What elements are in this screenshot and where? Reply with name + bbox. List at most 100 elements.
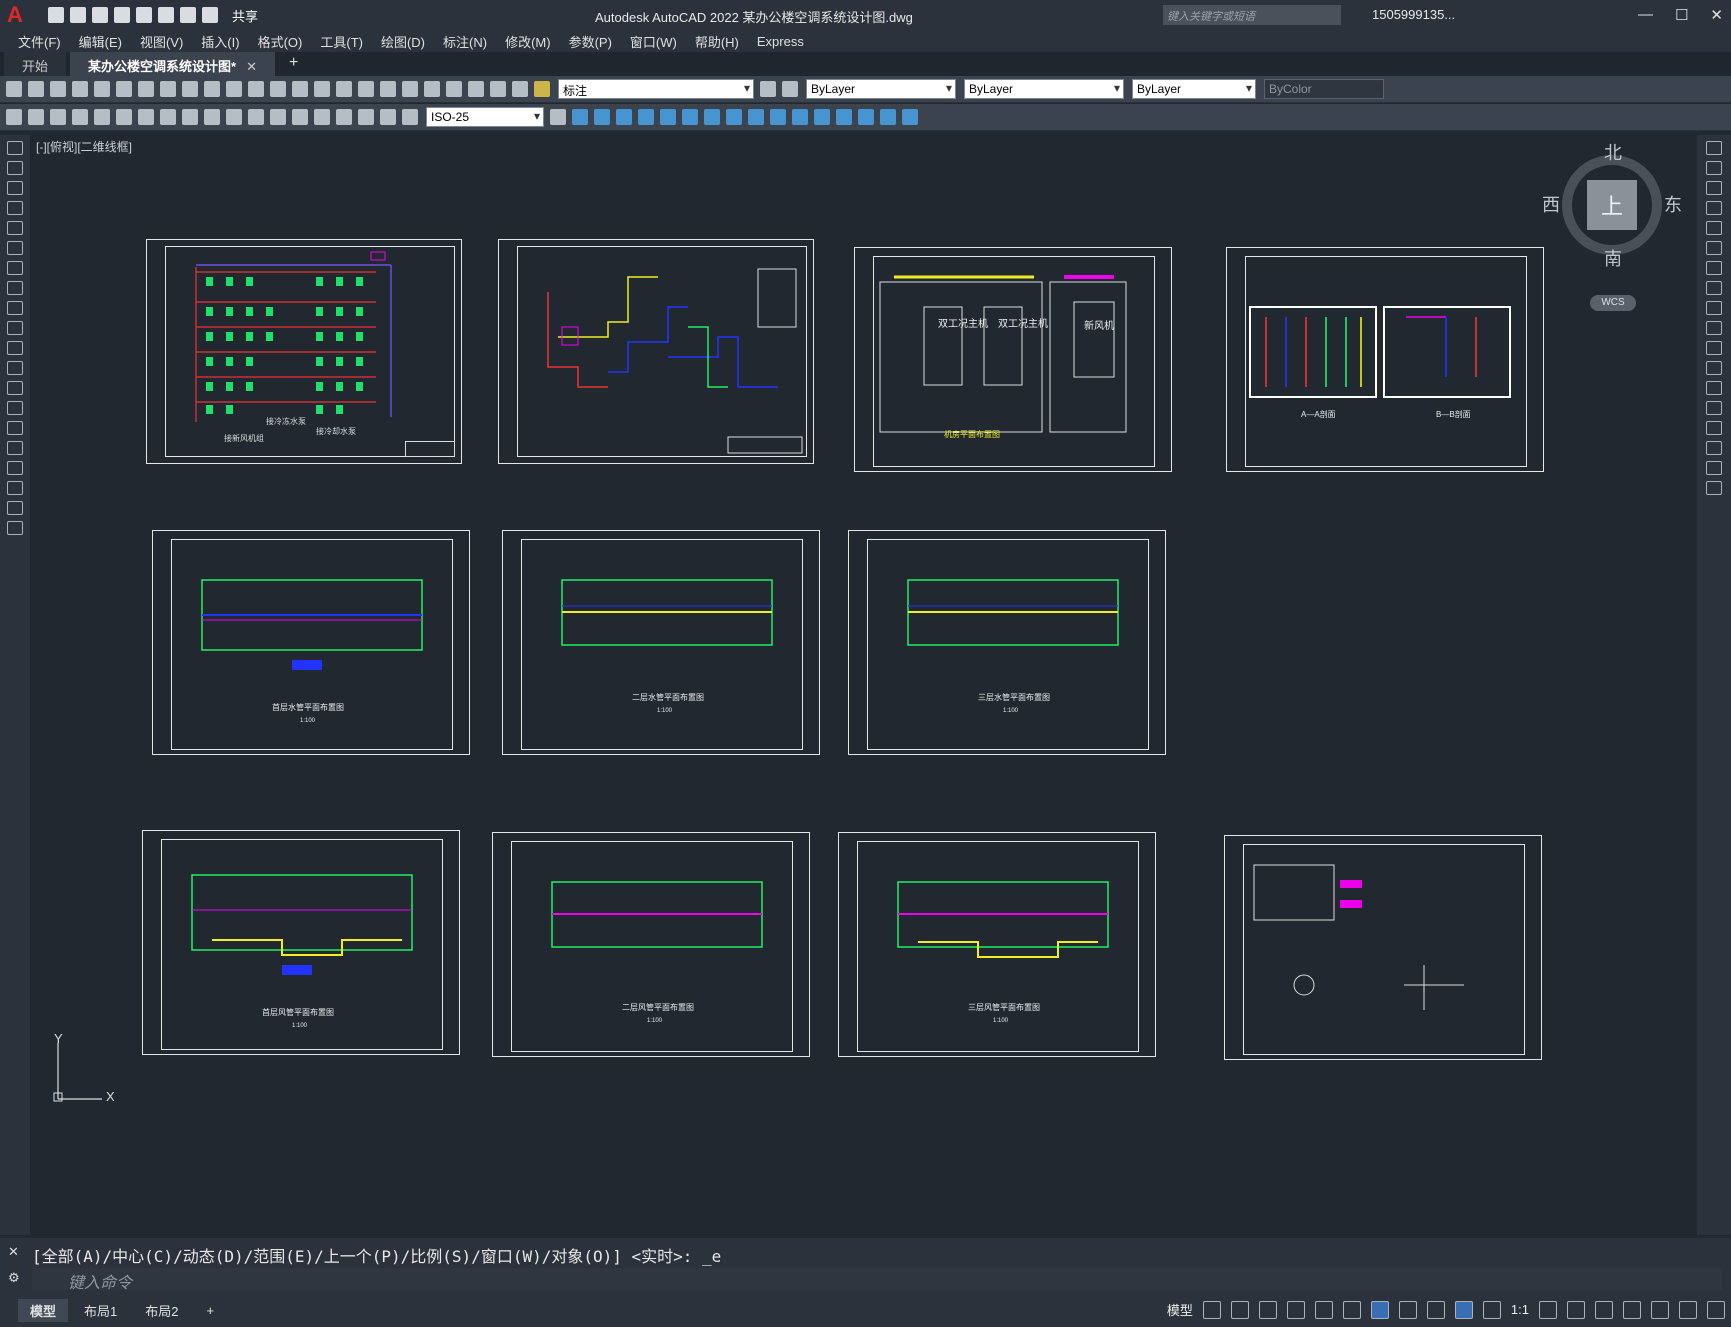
plot-icon[interactable] bbox=[158, 7, 174, 23]
point-icon[interactable] bbox=[7, 401, 23, 415]
sheet-sections[interactable]: A—A剖面 B—B剖面 bbox=[1226, 247, 1544, 472]
tab-start[interactable]: 开始 bbox=[4, 52, 67, 76]
join-icon[interactable] bbox=[1706, 401, 1722, 415]
gradient-icon[interactable] bbox=[7, 441, 23, 455]
scale-icon[interactable] bbox=[1706, 281, 1722, 295]
new-icon[interactable] bbox=[48, 7, 64, 23]
layer-previous-icon[interactable] bbox=[782, 81, 798, 97]
preview-icon[interactable] bbox=[94, 81, 110, 97]
menu-insert[interactable]: 插入(I) bbox=[201, 32, 239, 51]
spline-icon[interactable] bbox=[7, 301, 23, 315]
save-as-icon[interactable] bbox=[114, 7, 130, 23]
grid-icon[interactable] bbox=[1202, 1300, 1221, 1319]
publish-icon[interactable] bbox=[116, 81, 132, 97]
markup-icon[interactable] bbox=[446, 81, 462, 97]
angular-icon[interactable] bbox=[226, 109, 242, 125]
diameter-icon[interactable] bbox=[204, 109, 220, 125]
stretch-icon[interactable] bbox=[1706, 301, 1722, 315]
menu-format[interactable]: 格式(O) bbox=[258, 32, 303, 51]
radius-icon[interactable] bbox=[160, 109, 176, 125]
stretch-icon[interactable] bbox=[748, 109, 764, 125]
workspace-switch-icon[interactable] bbox=[1539, 1300, 1557, 1319]
dimension-space-icon[interactable] bbox=[314, 109, 330, 125]
menu-express[interactable]: Express bbox=[757, 34, 804, 49]
viewcube[interactable]: 上 北 南 西 东 WCS bbox=[1542, 143, 1682, 311]
menu-tools[interactable]: 工具(T) bbox=[320, 32, 363, 51]
menu-file[interactable]: 文件(F) bbox=[18, 32, 61, 51]
circle-icon[interactable] bbox=[7, 261, 23, 275]
make-block-icon[interactable] bbox=[7, 381, 23, 395]
rectangle-icon[interactable] bbox=[7, 221, 23, 235]
extend-icon[interactable] bbox=[1706, 341, 1722, 355]
sheet-water-system-diagram[interactable]: 接新风机组 接冷冻水泵 接冷却水泵 bbox=[146, 239, 462, 464]
menu-help[interactable]: 帮助(H) bbox=[695, 32, 739, 51]
annotation-monitor-icon[interactable] bbox=[1567, 1300, 1585, 1319]
break-icon[interactable] bbox=[1706, 381, 1722, 395]
isolate-objects-icon[interactable] bbox=[1623, 1300, 1641, 1319]
customize-icon[interactable]: ⚙ bbox=[8, 1270, 20, 1286]
hardware-acceleration-icon[interactable] bbox=[1651, 1300, 1669, 1319]
linetype-dropdown[interactable]: ByLayer bbox=[964, 79, 1124, 99]
ellipse-icon[interactable] bbox=[7, 321, 23, 335]
sheet-machine-room[interactable]: 双工况主机 双工况主机 新风机 机房平面布置图 bbox=[854, 247, 1172, 472]
sheet-floor2-water[interactable]: 二层水管平面布置图 1:100 bbox=[502, 530, 820, 755]
sheet-system-schematic[interactable] bbox=[498, 239, 814, 464]
lineweight-dropdown[interactable]: ByLayer bbox=[1132, 79, 1256, 99]
pan-icon[interactable] bbox=[270, 81, 286, 97]
cut-icon[interactable] bbox=[138, 81, 154, 97]
scale-icon[interactable] bbox=[726, 109, 742, 125]
extend-icon[interactable] bbox=[792, 109, 808, 125]
clean-screen-icon[interactable] bbox=[1679, 1300, 1697, 1319]
minimize-button[interactable]: — bbox=[1638, 6, 1653, 24]
sheet-details[interactable] bbox=[1224, 835, 1542, 1060]
compass-south[interactable]: 南 bbox=[1604, 245, 1622, 271]
menu-dimension[interactable]: 标注(N) bbox=[443, 32, 487, 51]
explode-icon[interactable] bbox=[1706, 481, 1722, 495]
sheet-floor3-water[interactable]: 三层水管平面布置图 1:100 bbox=[848, 530, 1166, 755]
tab-model[interactable]: 模型 bbox=[18, 1299, 69, 1322]
erase-icon[interactable] bbox=[572, 109, 588, 125]
offset-icon[interactable] bbox=[1706, 201, 1722, 215]
revision-cloud-icon[interactable] bbox=[7, 281, 23, 295]
redo-icon[interactable] bbox=[202, 7, 218, 23]
autocad-logo-icon[interactable]: A bbox=[0, 0, 30, 30]
ellipse-arc-icon[interactable] bbox=[7, 341, 23, 355]
rotate-icon[interactable] bbox=[704, 109, 720, 125]
annotation-visibility-icon[interactable] bbox=[1454, 1300, 1473, 1319]
menu-edit[interactable]: 编辑(E) bbox=[79, 32, 122, 51]
multiline-text-icon[interactable] bbox=[7, 501, 23, 515]
sheet-floor1-duct[interactable]: 首层风管平面布置图 1:100 bbox=[142, 830, 460, 1055]
close-button[interactable]: ✕ bbox=[1710, 6, 1723, 24]
new-tab-button[interactable]: + bbox=[289, 54, 298, 76]
model-space-button[interactable]: 模型 bbox=[1167, 1300, 1193, 1319]
inspection-icon[interactable] bbox=[380, 109, 396, 125]
move-icon[interactable] bbox=[682, 109, 698, 125]
mirror-icon[interactable] bbox=[616, 109, 632, 125]
offset-icon[interactable] bbox=[638, 109, 654, 125]
tab-layout2[interactable]: 布局2 bbox=[133, 1299, 190, 1322]
annotation-scale[interactable]: 1:1 bbox=[1511, 1302, 1529, 1317]
layer-properties-icon[interactable] bbox=[512, 81, 528, 97]
fillet-icon[interactable] bbox=[1706, 441, 1722, 455]
match-properties-icon[interactable] bbox=[204, 81, 220, 97]
mirror-icon[interactable] bbox=[1706, 181, 1722, 195]
jogged-icon[interactable] bbox=[182, 109, 198, 125]
copy-icon[interactable] bbox=[160, 81, 176, 97]
erase-icon[interactable] bbox=[1706, 141, 1722, 155]
menu-parametric[interactable]: 参数(P) bbox=[569, 32, 612, 51]
snap-icon[interactable] bbox=[1230, 1300, 1249, 1319]
dim-edit-icon[interactable] bbox=[402, 109, 418, 125]
menu-modify[interactable]: 修改(M) bbox=[505, 32, 551, 51]
trim-icon[interactable] bbox=[770, 109, 786, 125]
line-icon[interactable] bbox=[7, 141, 23, 155]
array-icon[interactable] bbox=[660, 109, 676, 125]
open-icon[interactable] bbox=[70, 7, 86, 23]
new-icon[interactable] bbox=[6, 81, 22, 97]
tab-layout1[interactable]: 布局1 bbox=[72, 1299, 129, 1322]
compass-east[interactable]: 东 bbox=[1664, 191, 1682, 217]
open-icon[interactable] bbox=[28, 81, 44, 97]
array-icon[interactable] bbox=[1706, 221, 1722, 235]
baseline-icon[interactable] bbox=[270, 109, 286, 125]
customization-menu-icon[interactable] bbox=[1707, 1300, 1725, 1319]
polar-icon[interactable] bbox=[1286, 1300, 1305, 1319]
